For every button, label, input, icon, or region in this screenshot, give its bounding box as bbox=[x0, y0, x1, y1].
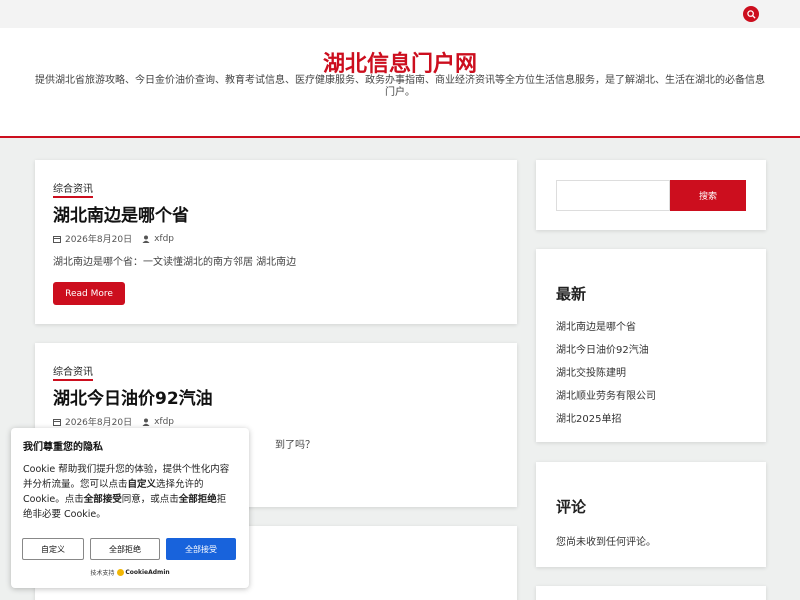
cookie-consent-banner: 我们尊重您的隐私 Cookie 帮助我们提升您的体验，提供个性化内容并分析流量。… bbox=[11, 428, 249, 588]
sidebar-widget bbox=[536, 586, 766, 600]
site-title[interactable]: 湖北信息门户网 bbox=[0, 46, 800, 78]
site-header: 湖北信息门户网 提供湖北省旅游攻略、今日金价油价查询、教育考试信息、医疗健康服务… bbox=[0, 28, 800, 138]
post-author[interactable]: xfdp bbox=[154, 234, 174, 244]
post-date[interactable]: 2026年8月20日 bbox=[65, 232, 132, 245]
search-input[interactable] bbox=[556, 180, 670, 211]
cookie-reject-all-button[interactable]: 全部拒绝 bbox=[90, 538, 160, 560]
widget-title: 最新 bbox=[556, 285, 587, 303]
search-submit-button[interactable]: 搜索 bbox=[670, 180, 746, 211]
cookieadmin-logo[interactable]: CookieAdmin bbox=[117, 569, 170, 576]
latest-posts-widget: 最新 湖北南边是哪个省 湖北今日油价92汽油 湖北交投陈建明 湖北顺业劳务有限公… bbox=[536, 249, 766, 442]
post-category[interactable]: 综合资讯 bbox=[53, 180, 93, 198]
search-icon bbox=[746, 9, 756, 19]
post-category[interactable]: 综合资讯 bbox=[53, 363, 93, 381]
post-title[interactable]: 湖北南边是哪个省 bbox=[53, 201, 189, 226]
cookie-accept-all-button[interactable]: 全部接受 bbox=[166, 538, 236, 560]
post-card: 综合资讯 湖北南边是哪个省 2026年8月20日 xfdp 湖北南边是哪个省：一… bbox=[35, 160, 517, 324]
latest-post-link[interactable]: 湖北南边是哪个省 bbox=[556, 318, 636, 333]
cookie-icon bbox=[117, 569, 125, 576]
calendar-icon bbox=[53, 418, 61, 426]
header-search-button[interactable] bbox=[743, 6, 759, 22]
post-meta: 2026年8月20日 xfdp bbox=[53, 232, 174, 245]
top-bar bbox=[0, 0, 800, 28]
search-widget: 搜索 bbox=[536, 160, 766, 230]
powered-by-label: 技术支持 bbox=[90, 570, 115, 577]
calendar-icon bbox=[53, 235, 61, 243]
user-icon bbox=[142, 235, 150, 243]
post-author[interactable]: xfdp bbox=[154, 417, 174, 427]
cookie-text: Cookie 帮助我们提升您的体验，提供个性化内容并分析流量。您可以点击自定义选… bbox=[23, 464, 230, 520]
post-title[interactable]: 湖北今日油价92汽油 bbox=[53, 384, 213, 409]
cookie-title: 我们尊重您的隐私 bbox=[23, 442, 103, 453]
read-more-button[interactable]: Read More bbox=[53, 282, 125, 305]
latest-post-link[interactable]: 湖北今日油价92汽油 bbox=[556, 341, 649, 356]
latest-post-link[interactable]: 湖北2025单招 bbox=[556, 410, 621, 425]
site-description: 提供湖北省旅游攻略、今日金价油价查询、教育考试信息、医疗健康服务、政务办事指南、… bbox=[35, 75, 765, 98]
latest-post-link[interactable]: 湖北交投陈建明 bbox=[556, 364, 626, 379]
cookie-customize-button[interactable]: 自定义 bbox=[22, 538, 84, 560]
user-icon bbox=[142, 418, 150, 426]
post-excerpt: 湖北南边是哪个省：一文读懂湖北的南方邻居 湖北南边 bbox=[53, 257, 297, 268]
latest-post-link[interactable]: 湖北顺业劳务有限公司 bbox=[556, 387, 656, 402]
post-date[interactable]: 2026年8月20日 bbox=[65, 415, 132, 428]
no-comments-text: 您尚未收到任何评论。 bbox=[556, 537, 656, 548]
cookie-powered-by: 技术支持 CookieAdmin bbox=[11, 568, 249, 577]
post-meta: 2026年8月20日 xfdp bbox=[53, 415, 174, 428]
widget-title: 评论 bbox=[556, 498, 587, 516]
post-excerpt: 到了吗？ bbox=[275, 440, 315, 451]
comments-widget: 评论 您尚未收到任何评论。 bbox=[536, 462, 766, 567]
